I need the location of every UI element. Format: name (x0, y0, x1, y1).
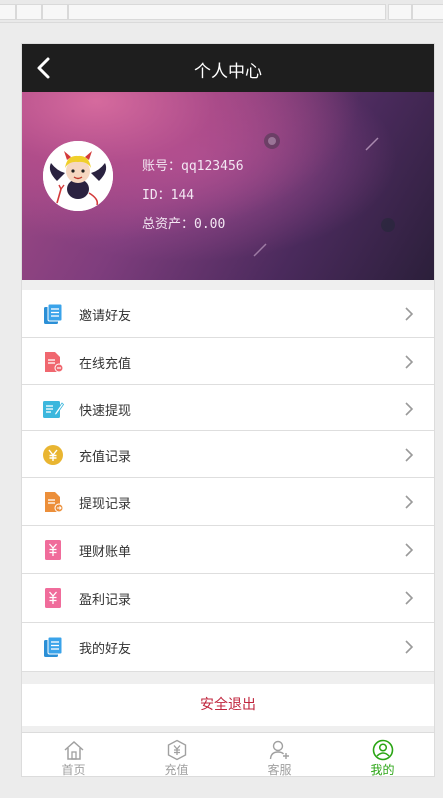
menu-item-online-recharge[interactable]: 在线充值 (22, 338, 434, 385)
menu-item-finance-bills[interactable]: 理财账单 (22, 526, 434, 574)
tab-customer-service[interactable]: 客服 (228, 733, 331, 777)
tab-label: 充值 (164, 763, 189, 777)
edit-note-icon (43, 401, 64, 418)
menu-item-quick-withdraw[interactable]: 快速提现 (22, 385, 434, 431)
tab-label: 我的 (370, 763, 395, 777)
yen-hexagon-icon (167, 739, 187, 761)
logout-button[interactable]: 安全退出 (22, 684, 434, 726)
devil-avatar-icon (43, 141, 113, 211)
strip-segment (388, 4, 412, 20)
yen-coin-icon (43, 445, 63, 465)
page-title: 个人中心 (194, 62, 262, 82)
menu-item-label: 在线充值 (79, 357, 132, 372)
menu-item-label: 我的好友 (79, 642, 132, 657)
strip-segment (0, 4, 16, 20)
yen-bill-icon (45, 540, 61, 560)
home-icon (64, 740, 84, 760)
browser-top-strip (0, 0, 443, 23)
menu-item-my-friends[interactable]: 我的好友 (22, 623, 434, 672)
chevron-right-icon (405, 307, 414, 321)
menu-list: 邀请好友 在线充值 快速提现 充值记录 提现记录 理财账单 盈利记录 我的好友 (22, 290, 434, 672)
decor-sparkle-icon (365, 137, 379, 151)
user-circle-icon (372, 739, 394, 761)
profile-banner: 账号：qq123456 ID：144 总资产：0.00 (22, 92, 434, 280)
chevron-right-icon (405, 543, 414, 557)
decor-sparkle-icon (381, 218, 395, 232)
yen-bill-icon (45, 588, 61, 608)
user-id-text: ID：144 (142, 188, 195, 203)
tab-label: 客服 (267, 763, 292, 777)
bottom-tab-bar: 首页 充值 客服 我的 (22, 732, 434, 777)
chevron-right-icon (405, 495, 414, 509)
decor-sparkle-icon (264, 133, 280, 149)
strip-segment (412, 4, 443, 20)
file-minus-icon (45, 352, 64, 373)
menu-item-label: 盈利记录 (79, 593, 132, 608)
file-transfer-icon (45, 492, 64, 513)
menu-item-withdraw-records[interactable]: 提现记录 (22, 478, 434, 526)
tab-home[interactable]: 首页 (22, 733, 125, 777)
menu-item-label: 提现记录 (79, 497, 132, 512)
tab-recharge[interactable]: 充值 (125, 733, 228, 777)
account-text: 账号：qq123456 (142, 159, 244, 174)
strip-segment (42, 4, 68, 20)
chevron-right-icon (405, 591, 414, 605)
decor-sparkle-icon (253, 243, 267, 257)
menu-item-label: 邀请好友 (79, 309, 132, 324)
strip-segment (68, 4, 386, 20)
menu-item-profit-records[interactable]: 盈利记录 (22, 574, 434, 623)
document-icon (44, 303, 63, 324)
tab-mine[interactable]: 我的 (331, 733, 434, 777)
menu-item-label: 充值记录 (79, 450, 132, 465)
avatar[interactable] (43, 141, 113, 211)
menu-item-recharge-records[interactable]: 充值记录 (22, 431, 434, 478)
user-plus-icon (269, 740, 289, 760)
chevron-right-icon (405, 402, 414, 416)
top-nav-bar: 个人中心 (22, 44, 434, 92)
menu-item-label: 快速提现 (79, 404, 132, 419)
chevron-right-icon (405, 355, 414, 369)
menu-item-label: 理财账单 (79, 545, 132, 560)
total-assets-text: 总资产：0.00 (142, 217, 226, 232)
menu-item-invite-friends[interactable]: 邀请好友 (22, 290, 434, 338)
chevron-right-icon (405, 640, 414, 654)
document-icon (44, 636, 63, 657)
tab-label: 首页 (61, 763, 86, 777)
chevron-right-icon (405, 448, 414, 462)
app-screen: 个人中心 账号：qq123456 ID：144 总资产：0.00 邀请好友 在线… (21, 43, 435, 777)
strip-segment (16, 4, 42, 20)
